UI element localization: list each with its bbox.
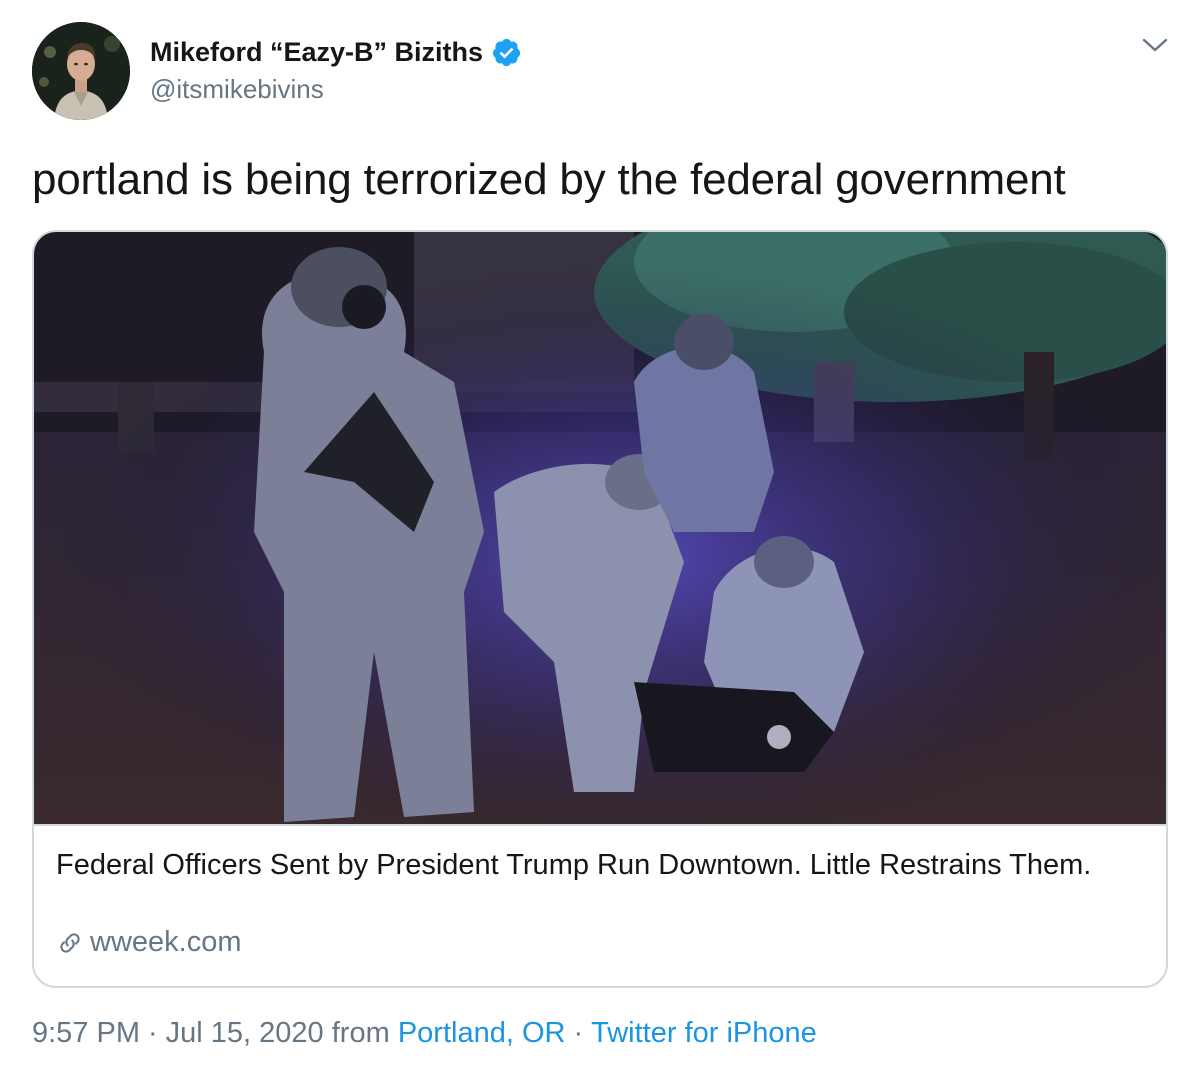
from-label: from xyxy=(331,1017,390,1049)
tweet-meta: 9:57 PM · Jul 15, 2020 from Portland, OR · T… xyxy=(32,1017,817,1050)
profile-photo xyxy=(32,22,130,120)
card-domain-text: wweek.com xyxy=(90,926,242,958)
name-row: Mikeford “Eazy-B” Biziths xyxy=(150,32,522,72)
card-divider xyxy=(34,824,1166,826)
card-domain[interactable]: wweek.com xyxy=(56,926,242,959)
meta-separator: · xyxy=(148,1017,158,1049)
chevron-down-icon xyxy=(1142,38,1168,52)
tweet-text: portland is being terrorized by the fede… xyxy=(32,155,1066,204)
verified-badge-icon xyxy=(492,38,521,66)
meta-separator: · xyxy=(573,1017,584,1049)
news-photo xyxy=(34,232,1166,824)
card-image[interactable] xyxy=(34,232,1166,824)
tweet: Mikeford “Eazy-B” Biziths @itsmikebivins… xyxy=(0,0,1198,1084)
tweet-time[interactable]: 9:57 PM xyxy=(32,1017,140,1049)
card-title[interactable]: Federal Officers Sent by President Trump… xyxy=(56,846,1136,884)
link-icon xyxy=(60,932,80,953)
source-link[interactable]: Twitter for iPhone xyxy=(591,1017,817,1049)
avatar[interactable] xyxy=(32,22,130,120)
tweet-menu-button[interactable] xyxy=(1138,30,1172,60)
link-card[interactable]: Federal Officers Sent by President Trump… xyxy=(32,230,1168,988)
tweet-date[interactable]: Jul 15, 2020 xyxy=(166,1017,324,1049)
display-name[interactable]: Mikeford “Eazy-B” Biziths xyxy=(150,37,483,68)
handle[interactable]: @itsmikebivins xyxy=(150,74,324,105)
location-link[interactable]: Portland, OR xyxy=(398,1017,566,1049)
